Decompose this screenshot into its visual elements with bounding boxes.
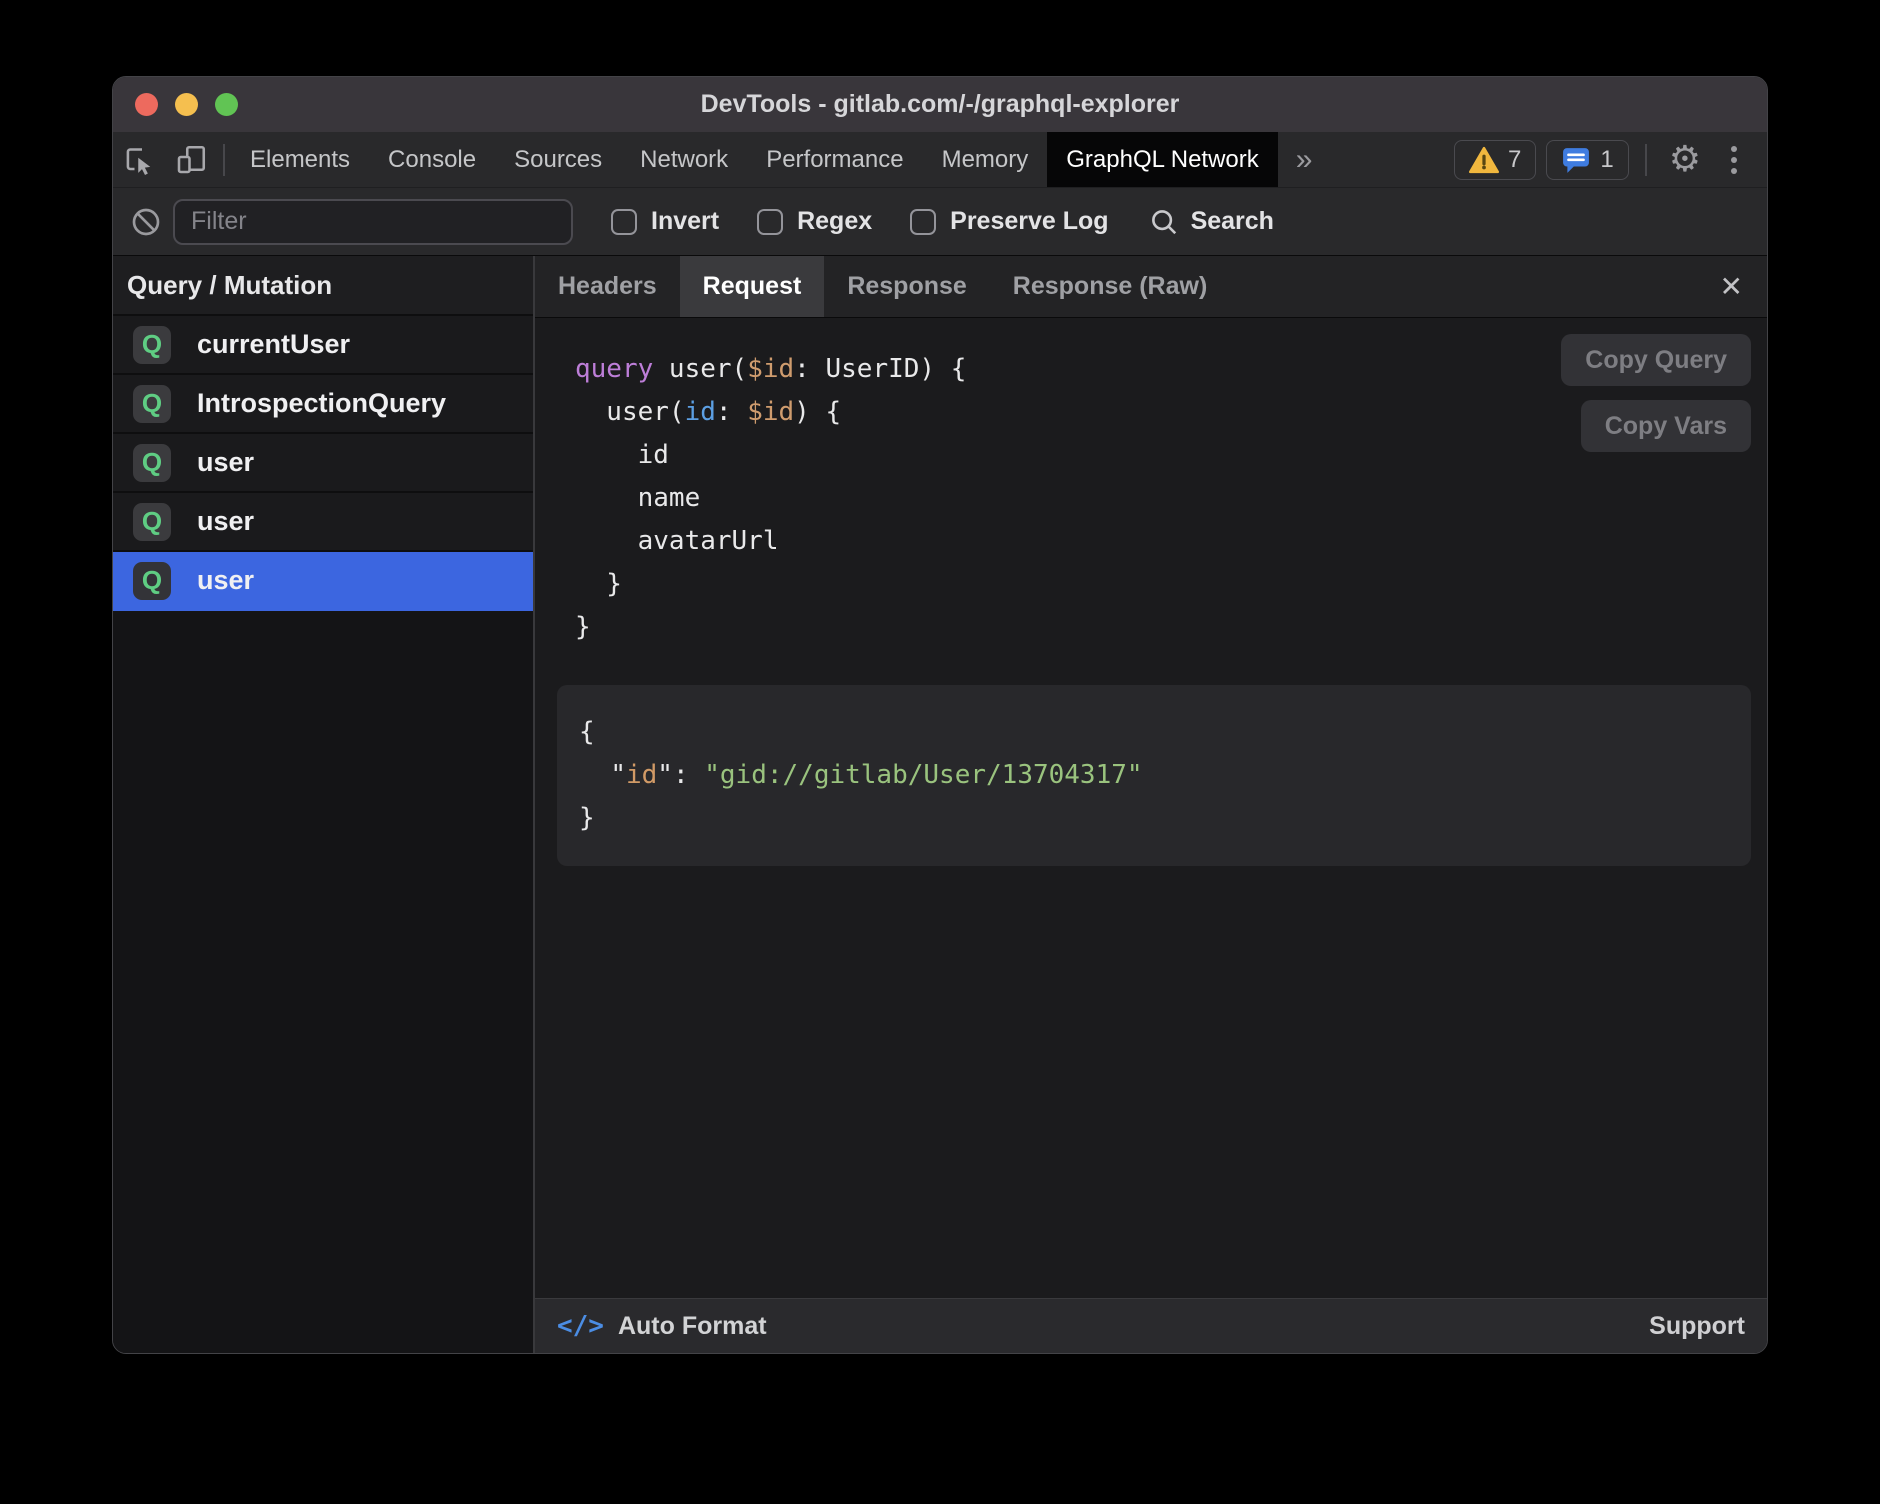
regex-label: Regex bbox=[797, 207, 872, 236]
tab-network[interactable]: Network bbox=[621, 132, 747, 187]
block-icon bbox=[130, 206, 162, 238]
request-detail-panel: Headers Request Response Response (Raw) … bbox=[535, 256, 1767, 1353]
warnings-count: 7 bbox=[1508, 146, 1521, 174]
messages-badge-button[interactable]: 1 bbox=[1546, 140, 1628, 180]
tab-graphql-network[interactable]: GraphQL Network bbox=[1047, 132, 1278, 187]
close-icon: ✕ bbox=[1720, 270, 1743, 303]
gear-icon: ⚙ bbox=[1669, 139, 1701, 180]
copy-vars-button[interactable]: Copy Vars bbox=[1581, 400, 1751, 452]
list-item-user-3-selected[interactable]: Q user bbox=[113, 552, 533, 611]
list-item-user-2[interactable]: Q user bbox=[113, 493, 533, 552]
kebab-dot bbox=[1731, 157, 1737, 163]
query-variables-box: { "id": "gid://gitlab/User/13704317" } bbox=[557, 685, 1751, 866]
clear-filter-button[interactable] bbox=[119, 206, 173, 238]
invert-checkbox-group[interactable]: Invert bbox=[611, 207, 719, 236]
tab-sources[interactable]: Sources bbox=[495, 132, 621, 187]
tab-elements[interactable]: Elements bbox=[231, 132, 369, 187]
query-type-badge: Q bbox=[133, 385, 171, 423]
warnings-badge-button[interactable]: 7 bbox=[1454, 140, 1536, 180]
list-item-introspectionquery[interactable]: Q IntrospectionQuery bbox=[113, 375, 533, 434]
graphql-query-code: query user($id: UserID) { user(id: $id) … bbox=[575, 348, 1767, 649]
code-format-icon: </> bbox=[557, 1311, 604, 1341]
more-options-button[interactable] bbox=[1715, 146, 1753, 174]
tab-request[interactable]: Request bbox=[680, 256, 825, 317]
more-tabs-button[interactable]: » bbox=[1278, 132, 1331, 187]
device-toolbar-icon bbox=[173, 142, 209, 178]
tab-response-raw[interactable]: Response (Raw) bbox=[990, 256, 1230, 317]
query-list-header: Query / Mutation bbox=[113, 256, 533, 316]
query-type-badge: Q bbox=[133, 444, 171, 482]
tab-performance[interactable]: Performance bbox=[747, 132, 922, 187]
devtools-toolbar: Elements Console Sources Network Perform… bbox=[113, 132, 1767, 188]
regex-checkbox bbox=[757, 209, 783, 235]
kebab-dot bbox=[1731, 146, 1737, 152]
tab-headers[interactable]: Headers bbox=[535, 256, 680, 317]
preserve-log-label: Preserve Log bbox=[950, 207, 1108, 236]
tab-response[interactable]: Response bbox=[824, 256, 989, 317]
devtools-window: DevTools - gitlab.com/-/graphql-explorer… bbox=[112, 76, 1768, 1354]
messages-count: 1 bbox=[1600, 146, 1613, 174]
toolbar-separator bbox=[1645, 144, 1647, 176]
invert-checkbox bbox=[611, 209, 637, 235]
search-label: Search bbox=[1191, 207, 1274, 236]
kebab-dot bbox=[1731, 168, 1737, 174]
tab-memory[interactable]: Memory bbox=[923, 132, 1048, 187]
query-type-badge: Q bbox=[133, 326, 171, 364]
chevron-double-right-icon: » bbox=[1296, 143, 1313, 177]
device-toolbar-button[interactable] bbox=[165, 132, 217, 187]
tab-console[interactable]: Console bbox=[369, 132, 495, 187]
search-button[interactable]: Search bbox=[1149, 207, 1274, 237]
toolbar-right-cluster: 7 1 ⚙ bbox=[1444, 132, 1767, 187]
query-type-badge: Q bbox=[133, 503, 171, 541]
inspect-element-button[interactable] bbox=[113, 132, 165, 187]
status-bar: </> Auto Format Support bbox=[535, 1298, 1767, 1353]
warning-icon bbox=[1469, 146, 1499, 174]
window-title: DevTools - gitlab.com/-/graphql-explorer bbox=[113, 90, 1767, 119]
request-content: query user($id: UserID) { user(id: $id) … bbox=[535, 318, 1767, 1298]
preserve-log-checkbox bbox=[910, 209, 936, 235]
list-item-currentuser[interactable]: Q currentUser bbox=[113, 316, 533, 375]
message-bubble-icon bbox=[1561, 146, 1591, 174]
regex-checkbox-group[interactable]: Regex bbox=[757, 207, 872, 236]
close-detail-button[interactable]: ✕ bbox=[1696, 256, 1767, 317]
query-list-panel: Query / Mutation Q currentUser Q Introsp… bbox=[113, 256, 535, 1353]
filter-bar: Invert Regex Preserve Log Search bbox=[113, 188, 1767, 256]
toolbar-separator bbox=[223, 144, 225, 176]
settings-button[interactable]: ⚙ bbox=[1655, 142, 1715, 178]
inspect-cursor-icon bbox=[121, 142, 157, 178]
filter-input[interactable] bbox=[173, 199, 573, 245]
copy-query-button[interactable]: Copy Query bbox=[1561, 334, 1751, 386]
query-type-badge: Q bbox=[133, 562, 171, 600]
invert-label: Invert bbox=[651, 207, 719, 236]
list-item-user-1[interactable]: Q user bbox=[113, 434, 533, 493]
titlebar: DevTools - gitlab.com/-/graphql-explorer bbox=[113, 77, 1767, 132]
auto-format-button[interactable]: Auto Format bbox=[618, 1312, 767, 1341]
support-link[interactable]: Support bbox=[1649, 1312, 1745, 1341]
preserve-log-checkbox-group[interactable]: Preserve Log bbox=[910, 207, 1108, 236]
main-area: Query / Mutation Q currentUser Q Introsp… bbox=[113, 256, 1767, 1353]
search-icon bbox=[1149, 207, 1179, 237]
detail-tabs: Headers Request Response Response (Raw) … bbox=[535, 256, 1767, 318]
